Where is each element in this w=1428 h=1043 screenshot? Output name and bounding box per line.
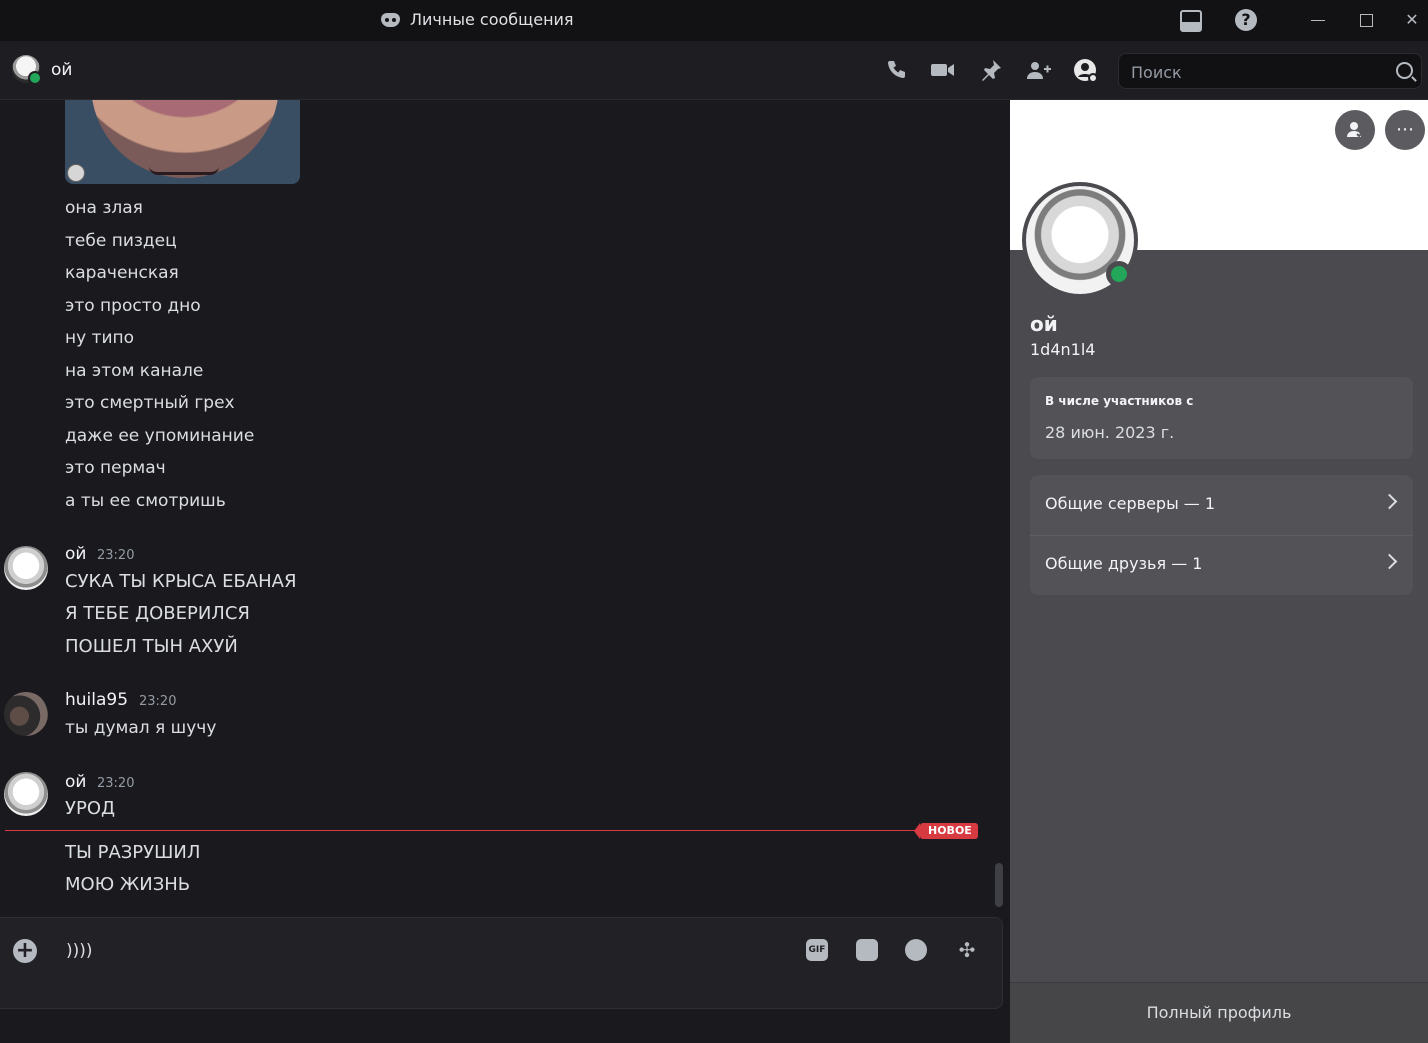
- mutual-friends-row[interactable]: Общие друзья — 1: [1030, 535, 1413, 595]
- message-line: МОЮ ЖИЗНЬ: [65, 874, 191, 895]
- search-input[interactable]: [1129, 54, 1393, 90]
- chevron-right-icon: [1381, 553, 1398, 570]
- scrollbar-thumb[interactable]: [995, 863, 1003, 907]
- message-line: она злая: [65, 198, 143, 218]
- sticker-icon[interactable]: [856, 939, 878, 961]
- avatar: [67, 164, 85, 182]
- mutual-servers-row[interactable]: Общие серверы — 1: [1030, 475, 1413, 536]
- more-options-button[interactable]: ⋯: [1385, 110, 1425, 150]
- search-box[interactable]: [1118, 53, 1422, 90]
- message-line: это смертный грех: [65, 393, 235, 413]
- message-composer: + GIF ✣: [0, 917, 1003, 1009]
- apps-icon[interactable]: ✣: [956, 939, 978, 961]
- avatar[interactable]: [4, 546, 48, 590]
- message-line: ТЫ РАЗРУШИЛ: [65, 842, 201, 863]
- inbox-icon[interactable]: [1180, 10, 1202, 32]
- user-profile-icon[interactable]: [1073, 58, 1098, 83]
- emoji-icon[interactable]: [905, 939, 927, 961]
- message-list[interactable]: она злая тебе пиздец караченская это про…: [0, 100, 1010, 915]
- message-line: УРОД: [65, 798, 116, 819]
- message-author[interactable]: ой: [65, 544, 86, 564]
- message-line: это просто дно: [65, 296, 201, 316]
- message-line: ну типо: [65, 328, 135, 348]
- full-profile-button[interactable]: Полный профиль: [1010, 982, 1428, 1043]
- add-friends-icon[interactable]: [1026, 58, 1051, 82]
- add-friend-button[interactable]: [1335, 110, 1375, 150]
- search-icon: [1396, 62, 1413, 79]
- avatar[interactable]: [12, 55, 42, 85]
- message-line: ПОШЕЛ ТЫН АХУЙ: [65, 636, 238, 657]
- profile-username: 1d4n1l4: [1030, 340, 1096, 359]
- new-messages-divider: [5, 830, 966, 831]
- message-line: СУКА ТЫ КРЫСА ЕБАНАЯ: [65, 571, 297, 592]
- message-timestamp: 23:20: [97, 548, 135, 563]
- message-timestamp: 23:20: [139, 694, 177, 709]
- message-line: даже ее упоминание: [65, 426, 255, 446]
- member-since-label: В числе участников с: [1045, 394, 1194, 408]
- window-title-text: Личные сообщения: [410, 10, 574, 29]
- title-bar: Личные сообщения ? ✕: [0, 0, 1428, 41]
- message-author[interactable]: huila95: [65, 690, 128, 710]
- member-since-value: 28 июн. 2023 г.: [1045, 423, 1175, 442]
- attached-image[interactable]: [65, 100, 300, 184]
- mutuals-card: Общие серверы — 1 Общие друзья — 1: [1030, 475, 1413, 595]
- window-title: Личные сообщения: [381, 10, 574, 29]
- message-line: караченская: [65, 263, 179, 283]
- avatar[interactable]: [4, 772, 48, 816]
- message-timestamp: 23:20: [97, 776, 135, 791]
- help-icon[interactable]: ?: [1235, 9, 1257, 31]
- close-button[interactable]: ✕: [1400, 8, 1424, 32]
- message-line: ты думал я шучу: [65, 718, 217, 738]
- online-status-icon: [1106, 261, 1132, 287]
- maximize-button[interactable]: [1354, 8, 1378, 32]
- dm-header: ой: [0, 41, 1428, 100]
- new-messages-badge: НОВОЕ: [914, 823, 978, 839]
- dm-recipient-name[interactable]: ой: [51, 60, 72, 80]
- voice-call-icon[interactable]: [884, 58, 908, 82]
- avatar[interactable]: [4, 692, 48, 736]
- image-detail: [149, 166, 219, 175]
- pin-icon[interactable]: [979, 58, 1003, 82]
- message-input[interactable]: [64, 936, 768, 966]
- online-status-icon: [28, 71, 42, 85]
- message-line: на этом канале: [65, 361, 204, 381]
- profile-display-name: ой: [1030, 312, 1058, 336]
- minimize-button[interactable]: [1306, 8, 1330, 32]
- mutual-friends-label: Общие друзья — 1: [1045, 554, 1203, 573]
- user-profile-panel: ⋯ ой 1d4n1l4 В числе участников с 28 июн…: [1010, 100, 1428, 1043]
- message-author[interactable]: ой: [65, 772, 86, 792]
- message-line: это пермач: [65, 458, 166, 478]
- member-since-card: В числе участников с 28 июн. 2023 г.: [1030, 377, 1413, 459]
- gif-button[interactable]: GIF: [806, 939, 828, 961]
- add-attachment-button[interactable]: +: [13, 939, 37, 963]
- profile-avatar[interactable]: [1022, 182, 1138, 298]
- message-line: а ты ее смотришь: [65, 491, 226, 511]
- message-line: тебе пиздец: [65, 231, 177, 251]
- chevron-right-icon: [1381, 493, 1398, 510]
- video-call-icon[interactable]: [930, 58, 954, 82]
- mutual-servers-label: Общие серверы — 1: [1045, 494, 1216, 513]
- message-line: Я ТЕБЕ ДОВЕРИЛСЯ: [65, 603, 250, 624]
- full-profile-label: Полный профиль: [1146, 1003, 1292, 1022]
- discord-logo-icon: [381, 12, 400, 27]
